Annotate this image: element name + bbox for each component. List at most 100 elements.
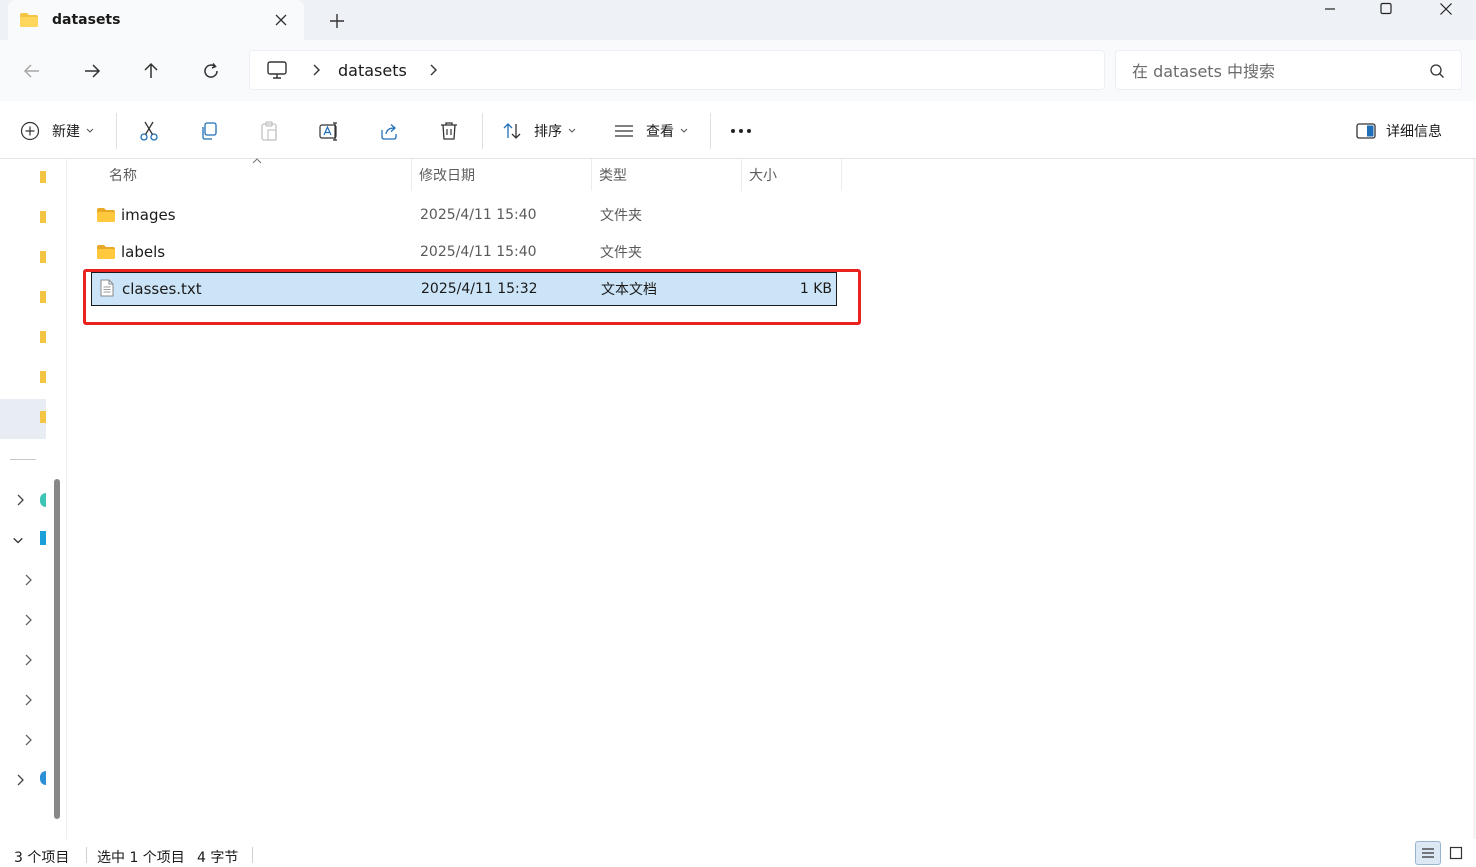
chevron-right-icon[interactable]	[427, 63, 439, 77]
new-label: 新建	[52, 124, 80, 140]
file-row[interactable]: labels 2025/4/11 15:40 文件夹	[91, 235, 837, 269]
toolbar-divider	[710, 113, 711, 149]
file-name: labels	[121, 243, 166, 261]
breadcrumb-datasets[interactable]: datasets	[338, 61, 407, 80]
chevron-right-icon[interactable]	[310, 63, 322, 77]
rename-button[interactable]	[318, 111, 340, 151]
column-divider[interactable]	[591, 159, 592, 191]
forward-button[interactable]	[79, 58, 105, 84]
maximize-icon	[1380, 2, 1392, 15]
minimize-button[interactable]	[1300, 0, 1360, 18]
scissors-icon	[140, 121, 158, 141]
command-bar: 新建 排序 查看 详细信息	[0, 101, 1476, 159]
chevron-right-icon[interactable]	[22, 693, 34, 707]
nav-folder-icon[interactable]	[40, 291, 46, 303]
nav-folder-icon[interactable]	[40, 411, 46, 423]
status-divider	[252, 847, 253, 863]
up-button[interactable]	[138, 58, 164, 84]
nav-folder-icon[interactable]	[40, 211, 46, 223]
details-view-button[interactable]	[1415, 841, 1441, 865]
navigation-bar: datasets	[0, 40, 1476, 101]
column-header-modified[interactable]: 修改日期	[419, 159, 589, 191]
copy-button[interactable]	[198, 111, 220, 151]
refresh-button[interactable]	[198, 58, 224, 84]
clipboard-icon	[261, 121, 277, 141]
cut-button[interactable]	[138, 111, 160, 151]
file-type: 文件夹	[600, 245, 642, 261]
computer-icon	[267, 61, 287, 79]
new-button[interactable]: 新建	[20, 111, 94, 151]
title-bar: datasets	[0, 0, 1476, 40]
file-type: 文件夹	[600, 208, 642, 224]
details-pane-button[interactable]: 详细信息	[1356, 111, 1442, 151]
address-bar[interactable]: datasets	[249, 50, 1105, 90]
file-row[interactable]: images 2025/4/11 15:40 文件夹	[91, 198, 837, 232]
network-icon[interactable]	[40, 771, 46, 785]
more-options-button[interactable]	[730, 111, 752, 151]
status-selection: 选中 1 个项目	[97, 850, 185, 866]
annotation-highlight-box	[83, 269, 861, 325]
share-icon	[381, 124, 397, 140]
column-divider[interactable]	[741, 159, 742, 191]
details-label: 详细信息	[1386, 124, 1442, 140]
chevron-down-icon	[568, 128, 576, 133]
search-input[interactable]	[1132, 60, 1422, 82]
status-selection-size: 4 字节	[197, 850, 239, 866]
chevron-right-icon[interactable]	[14, 773, 26, 787]
new-tab-button[interactable]	[326, 10, 348, 32]
this-pc-icon[interactable]	[40, 531, 46, 545]
delete-button[interactable]	[438, 111, 460, 151]
status-item-count: 3 个项目	[14, 850, 70, 866]
tiles-view-icon	[1449, 846, 1463, 860]
column-header-type[interactable]: 类型	[599, 159, 739, 191]
nav-scrollbar[interactable]	[54, 479, 60, 819]
paste-button[interactable]	[258, 111, 280, 151]
chevron-right-icon[interactable]	[22, 613, 34, 627]
file-list-view: 名称 修改日期 类型 大小 images 2025/4/11 15:40 文件夹…	[66, 158, 1476, 839]
back-button[interactable]	[19, 58, 45, 84]
list-view-icon	[615, 125, 633, 137]
chevron-down-icon[interactable]	[12, 533, 24, 547]
close-tab-icon[interactable]	[272, 11, 290, 29]
toolbar-divider	[482, 113, 483, 149]
trash-icon	[441, 122, 457, 140]
share-button[interactable]	[378, 111, 400, 151]
view-label: 查看	[646, 124, 674, 140]
column-header-name[interactable]: 名称	[109, 159, 409, 191]
navigation-pane	[0, 159, 66, 839]
sort-icon	[503, 123, 521, 139]
details-view-icon	[1422, 848, 1434, 858]
maximize-button[interactable]	[1356, 0, 1416, 18]
close-window-button[interactable]	[1416, 0, 1476, 18]
arrow-right-icon	[85, 64, 101, 78]
search-box[interactable]	[1115, 50, 1462, 90]
details-pane-icon	[1356, 123, 1376, 139]
nav-divider	[10, 459, 36, 460]
nav-folder-icon[interactable]	[40, 331, 46, 343]
file-modified: 2025/4/11 15:40	[420, 244, 537, 260]
sort-button[interactable]: 排序	[502, 111, 576, 151]
chevron-right-icon[interactable]	[22, 653, 34, 667]
folder-icon	[97, 208, 115, 222]
refresh-icon	[204, 63, 218, 78]
chevron-right-icon[interactable]	[22, 733, 34, 747]
view-button[interactable]: 查看	[614, 111, 688, 151]
copy-icon	[202, 122, 217, 140]
toolbar-divider	[116, 113, 117, 149]
nav-folder-icon[interactable]	[40, 251, 46, 263]
folder-icon	[97, 245, 115, 259]
onedrive-icon[interactable]	[40, 493, 46, 507]
column-divider[interactable]	[411, 159, 412, 191]
chevron-right-icon[interactable]	[14, 493, 26, 507]
nav-folder-icon[interactable]	[40, 371, 46, 383]
nav-folder-icon[interactable]	[40, 171, 46, 183]
sort-label: 排序	[534, 124, 562, 140]
chevron-right-icon[interactable]	[22, 573, 34, 587]
search-icon[interactable]	[1429, 63, 1445, 79]
file-modified: 2025/4/11 15:40	[420, 207, 537, 223]
large-icons-view-button[interactable]	[1443, 841, 1469, 865]
column-divider[interactable]	[841, 159, 842, 191]
status-divider	[86, 847, 87, 863]
tab-datasets[interactable]: datasets	[8, 0, 304, 40]
column-header-size[interactable]: 大小	[749, 159, 839, 191]
